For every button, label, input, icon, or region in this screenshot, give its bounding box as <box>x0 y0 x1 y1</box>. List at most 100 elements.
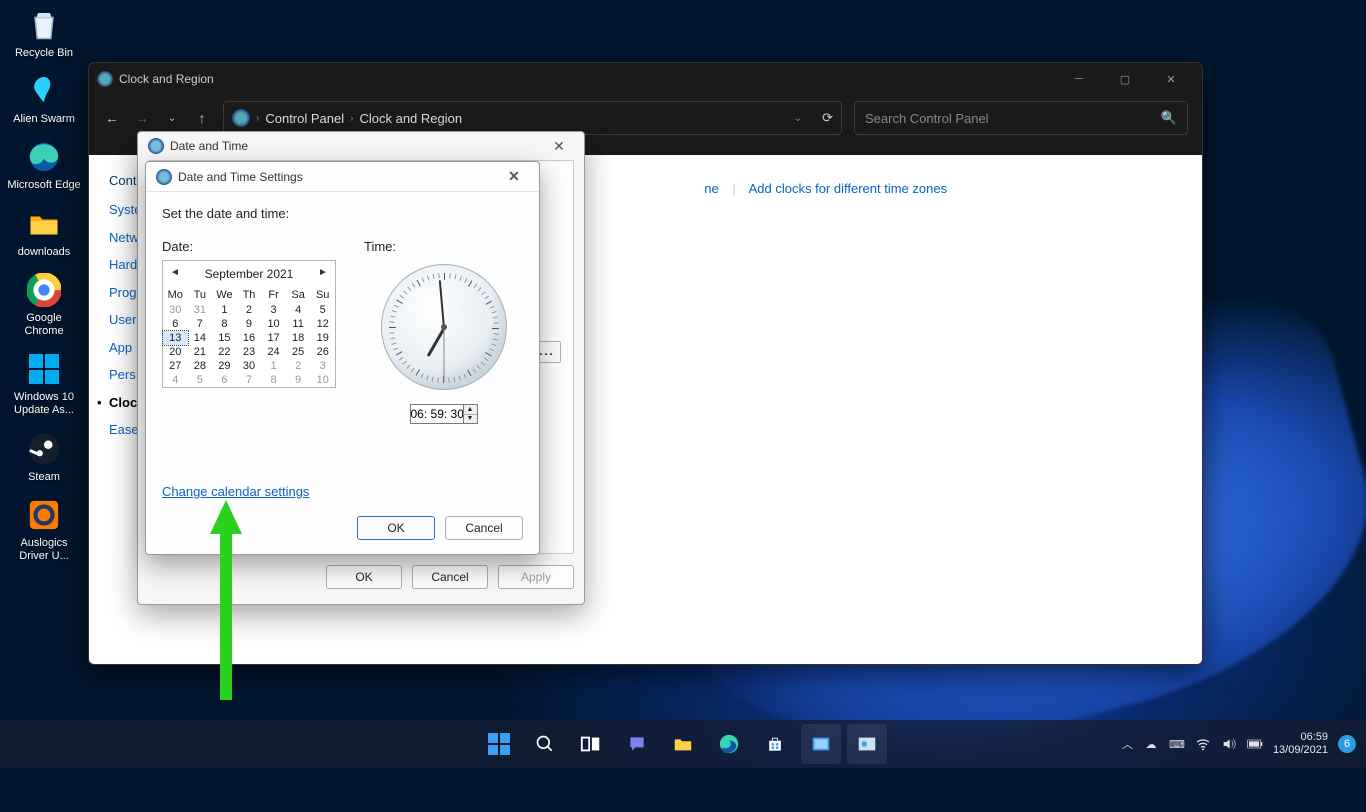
spin-up-button[interactable]: ▲ <box>464 405 477 415</box>
calendar-day[interactable]: 25 <box>286 345 311 359</box>
calendar-day[interactable]: 24 <box>261 345 286 359</box>
search-button[interactable] <box>525 724 565 764</box>
refresh-button[interactable]: ⟳ <box>822 110 833 126</box>
spin-down-button[interactable]: ▼ <box>464 415 477 424</box>
time-input[interactable] <box>410 404 464 424</box>
prev-month-button[interactable]: ◄ <box>167 267 183 278</box>
edge-button[interactable] <box>709 724 749 764</box>
calendar-day[interactable]: 7 <box>237 373 262 387</box>
calendar-month[interactable]: September 2021 <box>205 267 294 281</box>
keyboard-icon[interactable]: ⌨ <box>1169 736 1185 752</box>
calendar-day[interactable]: 30 <box>237 359 262 373</box>
calendar-day[interactable]: 5 <box>188 373 213 387</box>
pinned-app-1[interactable] <box>801 724 841 764</box>
store-button[interactable] <box>755 724 795 764</box>
calendar-day[interactable]: 6 <box>212 373 237 387</box>
ok-button[interactable]: OK <box>357 516 435 540</box>
cancel-button[interactable]: Cancel <box>445 516 523 540</box>
start-button[interactable] <box>479 724 519 764</box>
calendar-day[interactable]: 11 <box>286 317 311 331</box>
calendar-day[interactable]: 4 <box>163 373 188 387</box>
calendar-day[interactable]: 8 <box>261 373 286 387</box>
change-calendar-settings-link[interactable]: Change calendar settings <box>162 484 309 499</box>
calendar-day[interactable]: 1 <box>212 303 237 317</box>
chevron-down-icon[interactable]: ⌄ <box>794 113 802 124</box>
calendar-day[interactable]: 21 <box>188 345 213 359</box>
calendar-day[interactable]: 4 <box>286 303 311 317</box>
calendar-day[interactable]: 27 <box>163 359 188 373</box>
calendar-day[interactable]: 1 <box>261 359 286 373</box>
calendar-day[interactable]: 23 <box>237 345 262 359</box>
desktop-icon-downloads[interactable]: downloads <box>6 205 82 259</box>
calendar-day[interactable]: 20 <box>163 345 188 359</box>
calendar-day[interactable]: 12 <box>310 317 335 331</box>
desktop-icon-auslogics[interactable]: Auslogics Driver U... <box>6 496 82 563</box>
dialog-titlebar[interactable]: Date and Time ✕ <box>138 132 584 160</box>
partial-button[interactable]: … <box>537 341 561 363</box>
calendar-day[interactable]: 22 <box>212 345 237 359</box>
forward-button[interactable]: → <box>133 109 151 127</box>
calendar-day[interactable]: 30 <box>163 303 188 317</box>
minimize-button[interactable]: ─ <box>1056 65 1102 93</box>
battery-icon[interactable] <box>1247 736 1263 752</box>
calendar-day[interactable]: 2 <box>286 359 311 373</box>
cancel-button[interactable]: Cancel <box>412 565 488 589</box>
calendar-day[interactable]: 3 <box>261 303 286 317</box>
link-change-timezone[interactable]: ne <box>704 181 718 196</box>
calendar-day[interactable]: 10 <box>261 317 286 331</box>
chat-button[interactable] <box>617 724 657 764</box>
close-button[interactable]: ✕ <box>1148 65 1194 93</box>
calendar-day[interactable]: 26 <box>310 345 335 359</box>
explorer-button[interactable] <box>663 724 703 764</box>
calendar-day[interactable]: 16 <box>237 331 262 345</box>
calendar-day[interactable]: 28 <box>188 359 213 373</box>
desktop-icon-edge[interactable]: Microsoft Edge <box>6 138 82 192</box>
close-button[interactable]: ✕ <box>499 168 529 185</box>
dialog-titlebar[interactable]: Date and Time Settings ✕ <box>146 162 539 192</box>
next-month-button[interactable]: ► <box>315 267 331 278</box>
desktop-icon-win10-update[interactable]: Windows 10 Update As... <box>6 350 82 417</box>
close-button[interactable]: ✕ <box>544 138 574 155</box>
calendar-day[interactable]: 31 <box>188 303 213 317</box>
breadcrumb-item[interactable]: Control Panel <box>265 111 344 126</box>
clock-tray[interactable]: 06:59 13/09/2021 <box>1273 731 1328 756</box>
back-button[interactable]: ← <box>103 109 121 127</box>
calendar-day[interactable]: 14 <box>188 331 213 345</box>
desktop-icon-alien-swarm[interactable]: Alien Swarm <box>6 72 82 126</box>
calendar-day[interactable]: 6 <box>163 317 188 331</box>
calendar-day[interactable]: 19 <box>310 331 335 345</box>
ok-button[interactable]: OK <box>326 565 402 589</box>
calendar-day[interactable]: 8 <box>212 317 237 331</box>
calendar-day[interactable]: 3 <box>310 359 335 373</box>
wifi-icon[interactable] <box>1195 736 1211 752</box>
calendar-day[interactable]: 17 <box>261 331 286 345</box>
calendar-day[interactable]: 10 <box>310 373 335 387</box>
tray-overflow-button[interactable]: ︿ <box>1122 736 1133 752</box>
recent-dropdown-icon[interactable]: ⌄ <box>163 109 181 127</box>
calendar-day[interactable]: 29 <box>212 359 237 373</box>
calendar-day[interactable]: 5 <box>310 303 335 317</box>
breadcrumb-item[interactable]: Clock and Region <box>359 111 462 126</box>
calendar-day[interactable]: 2 <box>237 303 262 317</box>
calendar-day[interactable]: 15 <box>212 331 237 345</box>
notification-badge[interactable]: 6 <box>1338 735 1356 753</box>
maximize-button[interactable]: ▢ <box>1102 65 1148 93</box>
titlebar[interactable]: Clock and Region ─ ▢ ✕ <box>89 63 1202 95</box>
desktop-icon-recycle-bin[interactable]: Recycle Bin <box>6 6 82 60</box>
onedrive-icon[interactable]: ☁ <box>1143 736 1159 752</box>
link-add-clocks[interactable]: Add clocks for different time zones <box>749 181 947 196</box>
search-box[interactable]: Search Control Panel 🔍 <box>854 101 1188 135</box>
breadcrumb[interactable]: › Control Panel › Clock and Region ⌄ ⟳ <box>223 101 842 135</box>
desktop-icon-chrome[interactable]: Google Chrome <box>6 271 82 338</box>
desktop-icon-steam[interactable]: Steam <box>6 430 82 484</box>
calendar-day[interactable]: 13 <box>163 331 188 345</box>
calendar-day[interactable]: 18 <box>286 331 311 345</box>
apply-button[interactable]: Apply <box>498 565 574 589</box>
task-view-button[interactable] <box>571 724 611 764</box>
calendar-day[interactable]: 7 <box>188 317 213 331</box>
volume-icon[interactable] <box>1221 736 1237 752</box>
calendar-day[interactable]: 9 <box>286 373 311 387</box>
pinned-app-2[interactable] <box>847 724 887 764</box>
calendar-day[interactable]: 9 <box>237 317 262 331</box>
up-button[interactable]: ↑ <box>193 109 211 127</box>
